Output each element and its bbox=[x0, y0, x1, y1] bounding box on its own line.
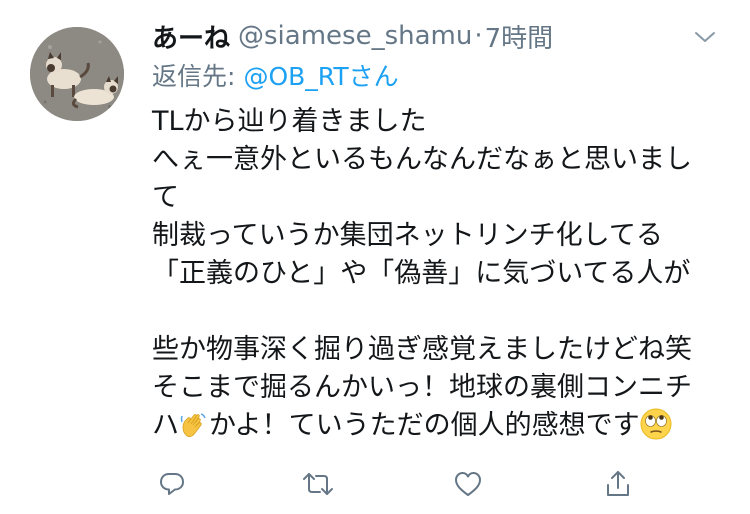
tweet-line: 制裁っていうか集団ネットリンチ化してる bbox=[152, 220, 663, 251]
tweet-line: 「正義のひと」や「偽善」に気づいてる人が bbox=[152, 258, 691, 289]
heart-icon[interactable] bbox=[448, 462, 488, 506]
tweet-text-fragment: ハ bbox=[152, 410, 179, 441]
chevron-down-icon[interactable] bbox=[690, 22, 720, 52]
reply-target-link[interactable]: @OB_RTさん bbox=[243, 57, 398, 93]
eye-roll-emoji bbox=[640, 408, 672, 451]
timestamp[interactable]: 7時間 bbox=[485, 18, 554, 55]
tweet-line: て bbox=[152, 182, 179, 213]
display-name[interactable]: あーね bbox=[152, 18, 230, 55]
waving-hand-emoji bbox=[179, 410, 209, 451]
tweet-header: あーね @siamese_shamu · 7時間 bbox=[152, 16, 720, 56]
tweet-line: へぇ一意外といるもんなんだなぁと思いまし bbox=[152, 144, 692, 175]
tweet-text-fragment: かよ！ていうただの個人的感想です bbox=[209, 410, 640, 441]
tweet-line-last: ハ かよ！ていうただの個人的感想です bbox=[152, 407, 727, 445]
reply-prefix: 返信先: bbox=[152, 62, 236, 91]
tweet-line bbox=[152, 293, 727, 331]
avatar[interactable] bbox=[30, 27, 124, 121]
retweet-icon[interactable] bbox=[298, 462, 338, 506]
replying-to: 返信先: @OB_RTさん bbox=[152, 56, 399, 94]
user-handle[interactable]: @siamese_shamu bbox=[238, 21, 472, 51]
tweet-actions bbox=[152, 462, 642, 506]
tweet-line: 些か物事深く掘り過ぎ感覚えましたけどね笑 bbox=[152, 334, 692, 365]
reply-icon[interactable] bbox=[152, 462, 192, 506]
share-icon[interactable] bbox=[598, 462, 638, 506]
tweet-text: TLから辿り着きました へぇ一意外といるもんなんだなぁと思いまし て 制裁ってい… bbox=[152, 103, 727, 445]
separator-dot: · bbox=[474, 21, 483, 51]
tweet-line: TLから辿り着きました bbox=[152, 106, 427, 137]
tweet-line: そこまで掘るんかいっ！地球の裏側コンニチ bbox=[152, 372, 692, 403]
